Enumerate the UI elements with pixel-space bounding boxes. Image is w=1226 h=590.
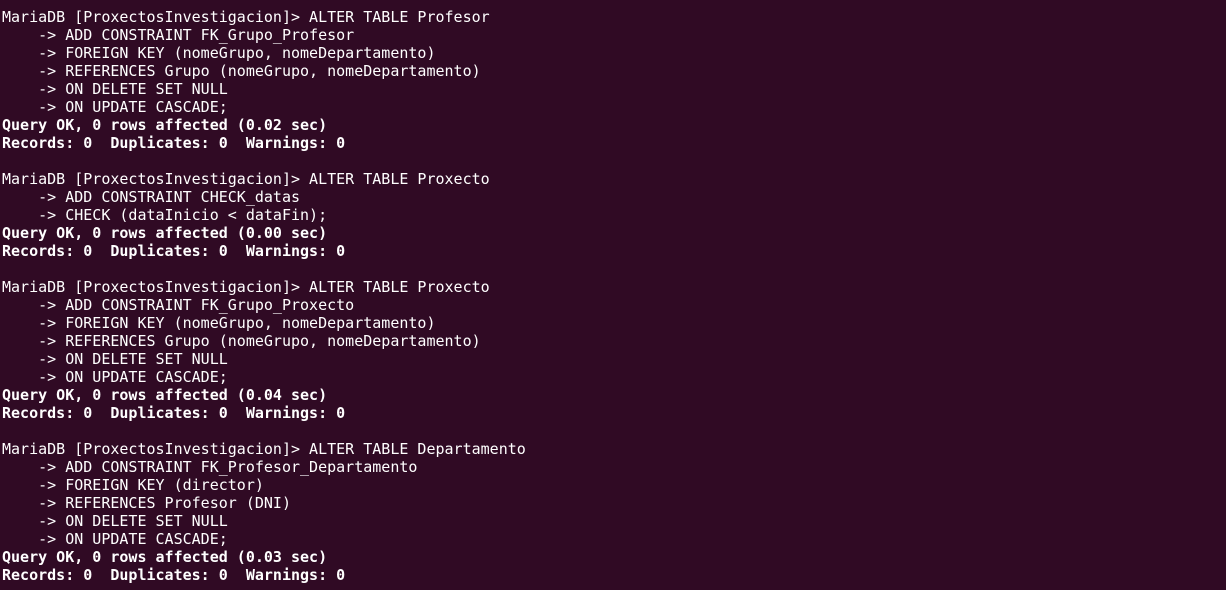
terminal-line: -> ADD CONSTRAINT FK_Grupo_Profesor <box>2 26 355 44</box>
terminal-line: MariaDB [ProxectosInvestigacion]> ALTER … <box>2 440 526 458</box>
query-result-line: Query OK, 0 rows affected (0.02 sec) <box>2 116 328 134</box>
terminal-line: -> ON DELETE SET NULL <box>2 350 228 368</box>
terminal-line: -> ON DELETE SET NULL <box>2 80 228 98</box>
terminal-line: -> FOREIGN KEY (nomeGrupo, nomeDepartame… <box>2 314 436 332</box>
records-summary-line: Records: 0 Duplicates: 0 Warnings: 0 <box>2 134 346 152</box>
query-result-line: Query OK, 0 rows affected (0.03 sec) <box>2 548 328 566</box>
query-result-line: Query OK, 0 rows affected (0.00 sec) <box>2 224 328 242</box>
terminal-line: -> ON UPDATE CASCADE; <box>2 98 228 116</box>
terminal-line: -> CHECK (dataInicio < dataFin); <box>2 206 328 224</box>
terminal-line: MariaDB [ProxectosInvestigacion]> ALTER … <box>2 8 490 26</box>
terminal-line: -> ADD CONSTRAINT FK_Profesor_Departamen… <box>2 458 418 476</box>
terminal-window[interactable]: MariaDB [ProxectosInvestigacion]> ALTER … <box>0 0 1226 590</box>
terminal-line: -> ADD CONSTRAINT FK_Grupo_Proxecto <box>2 296 355 314</box>
terminal-line: -> REFERENCES Grupo (nomeGrupo, nomeDepa… <box>2 62 481 80</box>
records-summary-line: Records: 0 Duplicates: 0 Warnings: 0 <box>2 242 346 260</box>
terminal-line: -> FOREIGN KEY (nomeGrupo, nomeDepartame… <box>2 44 436 62</box>
query-result-line: Query OK, 0 rows affected (0.04 sec) <box>2 386 328 404</box>
terminal-line: MariaDB [ProxectosInvestigacion]> ALTER … <box>2 170 490 188</box>
terminal-line: -> REFERENCES Profesor (DNI) <box>2 494 291 512</box>
terminal-line: -> REFERENCES Grupo (nomeGrupo, nomeDepa… <box>2 332 481 350</box>
records-summary-line: Records: 0 Duplicates: 0 Warnings: 0 <box>2 566 346 584</box>
records-summary-line: Records: 0 Duplicates: 0 Warnings: 0 <box>2 404 346 422</box>
terminal-line: -> ON UPDATE CASCADE; <box>2 530 228 548</box>
terminal-line: -> FOREIGN KEY (director) <box>2 476 264 494</box>
terminal-line: -> ADD CONSTRAINT CHECK_datas <box>2 188 301 206</box>
terminal-line: -> ON DELETE SET NULL <box>2 512 228 530</box>
terminal-line: -> ON UPDATE CASCADE; <box>2 368 228 386</box>
terminal-line: MariaDB [ProxectosInvestigacion]> ALTER … <box>2 278 490 296</box>
